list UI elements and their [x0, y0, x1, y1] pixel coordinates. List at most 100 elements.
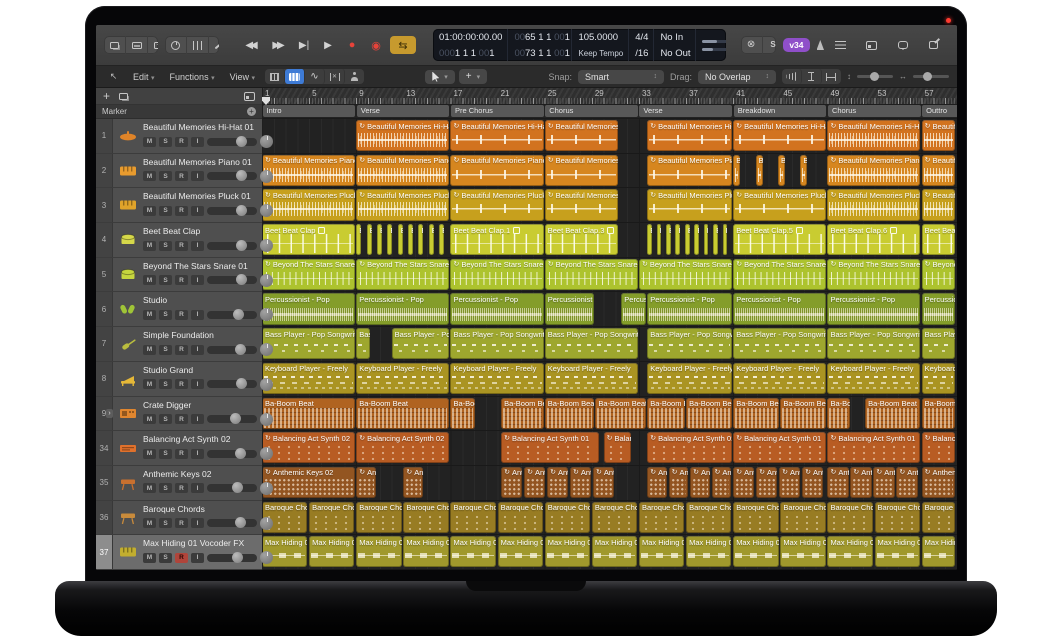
region[interactable]: Ba-Boom Beat	[595, 398, 646, 429]
waveform-zoom-icon[interactable]	[782, 69, 802, 84]
region[interactable]: Percussionist - Pop	[922, 293, 956, 324]
arrangement-marker[interactable]: Chorus	[828, 105, 921, 117]
vertical-zoom-slider[interactable]	[857, 75, 893, 78]
region[interactable]: Max Hiding 01 Vocoder FX	[309, 536, 354, 567]
region[interactable]: ↻Anthemic Keys 02	[922, 467, 956, 498]
region[interactable]: B	[694, 224, 699, 255]
i-button[interactable]: I	[191, 379, 204, 389]
media-browser-icon[interactable]	[862, 38, 881, 53]
track-name[interactable]: Beautiful Memories Piano 01	[143, 157, 257, 167]
region[interactable]: Percussionist - Pop	[621, 293, 646, 324]
region[interactable]: Keyboard Player - Freely	[450, 363, 543, 394]
volume-slider[interactable]	[207, 242, 257, 250]
r-button[interactable]: R	[175, 345, 188, 355]
m-button[interactable]: M	[143, 379, 156, 389]
region[interactable]: B	[398, 224, 403, 255]
track-header-1[interactable]: 1Beautiful Memories Hi-Hat 01MSRI	[96, 119, 262, 154]
grid-icon[interactable]	[265, 69, 285, 84]
region[interactable]: Ba-Boom Beat	[501, 398, 543, 429]
region[interactable]: ↻Beautiful Memories Piano 01.3	[922, 155, 956, 186]
m-button[interactable]: M	[143, 206, 156, 216]
region[interactable]: ↻Beyond The Stars Snare 01.1	[356, 259, 449, 290]
volume-slider[interactable]	[207, 172, 257, 180]
region[interactable]: Max Hiding 01 Vocoder FX	[545, 536, 590, 567]
region[interactable]: ↻Beyond The Stars Snare 02.2	[639, 259, 732, 290]
region[interactable]: B	[713, 224, 718, 255]
volume-slider[interactable]	[207, 380, 257, 388]
track-name[interactable]: Beyond The Stars Snare 01	[143, 261, 257, 271]
track-name[interactable]: Beautiful Memories Hi-Hat 01	[143, 122, 257, 132]
region[interactable]: Ba-Boom Beat	[780, 398, 826, 429]
region[interactable]: ↻Balancing Act Synth 01	[501, 432, 599, 463]
region[interactable]: Bass Player - Pop Songwriter	[450, 328, 543, 359]
pan-knob[interactable]	[260, 482, 273, 495]
track-header-37[interactable]: 37Max Hiding 01 Vocoder FXMSRI	[96, 535, 262, 570]
r-button[interactable]: R	[175, 483, 188, 493]
metronome-icon[interactable]	[817, 40, 824, 50]
m-button[interactable]: M	[143, 483, 156, 493]
m-button[interactable]: M	[143, 449, 156, 459]
pan-knob[interactable]	[260, 274, 273, 287]
region[interactable]: Keyboard Player - Freely	[647, 363, 732, 394]
s-button[interactable]: S	[159, 345, 172, 355]
region[interactable]: B	[675, 224, 680, 255]
region[interactable]: ↻Balancing Act Synth 01	[922, 432, 956, 463]
volume-slider[interactable]	[207, 207, 257, 215]
region[interactable]: Beet Beat Clap.3	[545, 224, 618, 255]
marker-global-track[interactable]: Marker +	[96, 105, 262, 119]
lcd-column-0[interactable]: 01:00:00:00.000001 1 1 001	[433, 29, 508, 61]
track-header-34[interactable]: 34Balancing Act Synth 02MSRI	[96, 431, 262, 466]
region[interactable]: B	[439, 224, 444, 255]
region[interactable]: Keyboard Player - Freely	[545, 363, 638, 394]
automation-icon[interactable]: ∿	[305, 69, 325, 84]
region[interactable]: ↻Anthemic Keys 02	[690, 467, 710, 498]
track-header-config-button[interactable]	[244, 92, 255, 101]
region[interactable]: B	[685, 224, 690, 255]
region[interactable]: B	[429, 224, 434, 255]
region[interactable]: Bass Player - Pop Songwriter	[827, 328, 920, 359]
region[interactable]: Beet Beat Clap.6	[827, 224, 920, 255]
arrangement-marker[interactable]: Outtro	[922, 105, 957, 117]
r-button[interactable]: R	[175, 241, 188, 251]
s-button[interactable]: S	[159, 379, 172, 389]
region[interactable]: Max Hiding 01 Vocoder FX	[875, 536, 920, 567]
region[interactable]: ↻Beautiful Memories Piano 02.2	[647, 155, 732, 186]
region[interactable]: B	[356, 224, 361, 255]
region[interactable]: Max Hiding 01 Vocoder FX	[827, 536, 872, 567]
region[interactable]: Percussionist - Pop	[827, 293, 920, 324]
region[interactable]: Beet Beat Clap.5	[733, 224, 826, 255]
region[interactable]: Ba-Boom Beat	[865, 398, 920, 429]
region[interactable]: B	[418, 224, 423, 255]
r-button[interactable]: R	[175, 171, 188, 181]
region[interactable]: ↻Beautiful Memories Hi-Hat 02.2	[647, 120, 732, 151]
region[interactable]: Ba-Boom Beat	[733, 398, 779, 429]
i-button[interactable]: I	[191, 171, 204, 181]
region[interactable]: B	[657, 224, 662, 255]
region[interactable]: Beet Beat Clap.1	[450, 224, 543, 255]
region[interactable]: ↻Anthemic Keys 02	[712, 467, 732, 498]
track-name[interactable]: Crate Digger	[143, 400, 257, 410]
region[interactable]: ↻Beautiful Memories Pluck 01.3	[922, 189, 956, 220]
track-header-4[interactable]: 4Beet Beat ClapMSRI	[96, 223, 262, 258]
volume-slider[interactable]	[207, 519, 257, 527]
i-button[interactable]: I	[191, 275, 204, 285]
region[interactable]: Be	[778, 155, 785, 186]
m-button[interactable]: M	[143, 414, 156, 424]
region[interactable]: ↻Anthemic Keys 02	[779, 467, 800, 498]
bar-ruler[interactable]: 159131721252933374145495357	[262, 88, 957, 105]
region[interactable]: B	[408, 224, 413, 255]
region[interactable]: ↻Beautiful Memories Piano 01	[262, 155, 355, 186]
s-button[interactable]: S	[159, 241, 172, 251]
track-name[interactable]: Anthemic Keys 02	[143, 469, 257, 479]
region[interactable]: ↻Anthemic Keys 02	[524, 467, 545, 498]
region[interactable]: Max Hiding 01 Vocoder FX	[686, 536, 731, 567]
region[interactable]: Keyboard Player - Freely	[262, 363, 355, 394]
arrangement-marker[interactable]: Breakdown	[734, 105, 827, 117]
region[interactable]: Baroque Chords	[639, 502, 684, 533]
region[interactable]: Ba-Boom Beat	[827, 398, 849, 429]
pan-knob[interactable]	[260, 135, 273, 148]
region[interactable]: ↻Balancing Act Synth 02	[262, 432, 355, 463]
arrangement-marker[interactable]: Chorus	[545, 105, 638, 117]
region[interactable]: Max Hiding 01 Vocoder FX	[356, 536, 401, 567]
track-name[interactable]: Baroque Chords	[143, 504, 257, 514]
